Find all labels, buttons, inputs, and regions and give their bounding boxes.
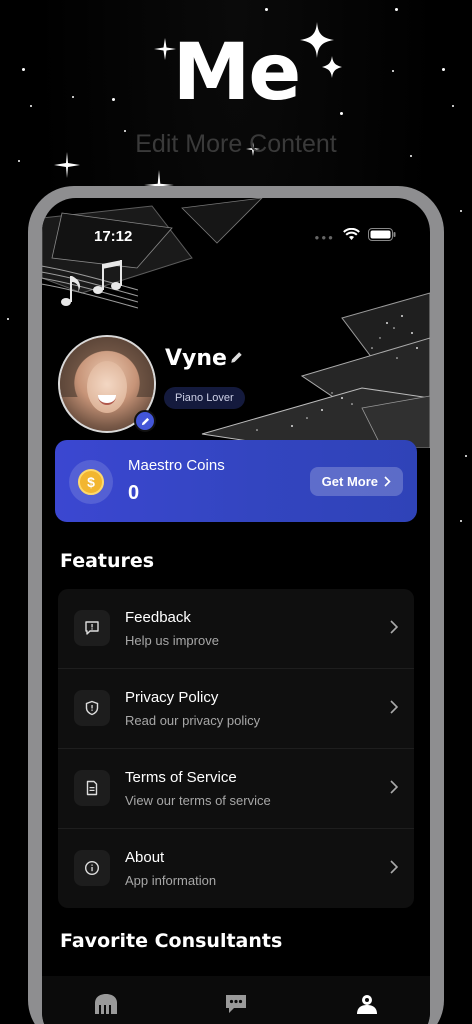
get-more-button[interactable]: Get More [309,467,403,496]
favorites-title: Favorite Consultants [60,930,283,952]
chat-icon [226,995,246,1013]
name-edit-button[interactable] [230,351,243,369]
profile-tag-badge: Piano Lover [164,387,245,409]
promo-stage: Me Edit More Content 17:12 ●●● Vyne Pian… [0,0,472,1024]
tab-bar [42,976,430,1024]
feature-item-about[interactable]: About App information [58,829,414,908]
feature-subtitle: App information [125,873,217,888]
phone-frame: 17:12 ●●● Vyne Piano Lover $ Maestro Coi… [28,186,444,1024]
chevron-right-icon [390,780,398,794]
pencil-icon [231,352,242,363]
phone-screen: 17:12 ●●● Vyne Piano Lover $ Maestro Coi… [42,198,430,1024]
chevron-right-icon [390,700,398,714]
tab-profile[interactable] [351,990,383,1018]
feature-subtitle: Read our privacy policy [125,713,261,728]
chevron-right-icon [384,476,391,487]
feature-title: Feedback [125,609,191,626]
tab-chat[interactable] [220,990,252,1018]
shield-icon [74,690,110,726]
get-more-label: Get More [321,474,378,489]
feature-item-privacy-policy[interactable]: Privacy Policy Read our privacy policy [58,669,414,749]
wifi-icon [343,227,360,246]
battery-icon [368,228,396,246]
chevron-right-icon [390,860,398,874]
feature-item-feedback[interactable]: Feedback Help us improve [58,589,414,669]
coin-icon-wrap: $ [69,460,113,504]
feature-title: Privacy Policy [125,689,219,706]
music-notes-decoration [42,260,138,309]
feature-title: Terms of Service [125,769,237,786]
star [18,160,20,162]
star [395,8,398,11]
tab-home[interactable] [90,990,122,1018]
star [465,455,467,457]
avatar-face [87,361,127,413]
feedback-icon [74,610,110,646]
coins-card: $ Maestro Coins 0 Get More [55,440,417,522]
coins-label: Maestro Coins [128,457,225,474]
features-list: Feedback Help us improve Privacy Policy … [58,589,414,908]
profile-icon [357,995,377,1014]
promo-subtitle: Edit More Content [135,130,337,158]
feature-subtitle: View our terms of service [125,793,271,808]
star [460,210,462,212]
coins-value: 0 [128,482,140,504]
document-icon [74,770,110,806]
features-title: Features [60,550,155,572]
feature-subtitle: Help us improve [125,633,219,648]
promo-title: Me [172,28,302,118]
piano-icon [95,994,117,1014]
status-time: 17:12 [94,228,133,245]
signal-dots-icon: ●●● [314,232,335,242]
dollar-coin-icon: $ [78,469,104,495]
star [460,520,462,522]
status-icons: ●●● [314,227,397,246]
chevron-right-icon [390,620,398,634]
profile-name: Vyne [165,346,227,371]
avatar-edit-button[interactable] [134,410,156,432]
feature-title: About [125,849,165,866]
pencil-icon [141,417,149,425]
feature-item-terms-of-service[interactable]: Terms of Service View our terms of servi… [58,749,414,829]
star [7,318,9,320]
star [265,8,268,11]
info-icon [74,850,110,886]
